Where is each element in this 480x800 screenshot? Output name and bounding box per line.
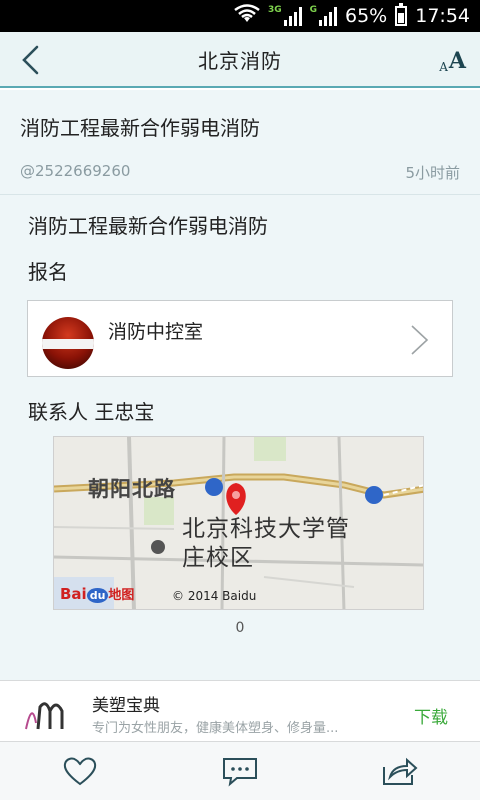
logo-ditu: 地图 (108, 588, 135, 603)
nav-bar: 北京消防 A A (0, 32, 480, 88)
back-arrow-icon (22, 45, 39, 75)
wifi-icon (234, 3, 260, 29)
ad-title: 美塑宝典 (92, 696, 160, 716)
chevron-right-icon (411, 325, 429, 355)
font-size-button[interactable]: A A (439, 44, 466, 74)
ad-logo-icon (25, 702, 64, 730)
article-title: 消防工程最新合作弱电消防 (20, 116, 260, 140)
body-line-1: 消防工程最新合作弱电消防 (28, 214, 268, 238)
card-thumbnail (42, 316, 94, 369)
network-type-2: G (309, 5, 317, 15)
signal-1-icon: 3G (268, 6, 302, 26)
map-road-label: 朝阳北路 (88, 477, 176, 501)
battery-percent: 65% (345, 5, 388, 27)
network-type-1: 3G (267, 5, 282, 15)
ad-banner[interactable]: 美塑宝典 专门为女性朋友，健康美体塑身、修身量... 下载 (0, 680, 480, 742)
article-content: 消防工程最新合作弱电消防 @2522669260 5小时前 消防工程最新合作弱电… (0, 90, 480, 680)
status-bar: 3G G 65% 17:54 (0, 0, 480, 32)
map-place-label: 北京科技大学管庄校区 (182, 516, 350, 571)
map-view[interactable]: 朝阳北路 北京科技大学管庄校区 Bai du 地图 © 2014 Baidu (53, 436, 424, 610)
font-size-small-icon: A (439, 60, 448, 74)
back-button[interactable] (12, 42, 48, 78)
page-title: 北京消防 (198, 48, 282, 73)
share-icon (383, 757, 418, 785)
heart-icon (63, 757, 97, 786)
article-author[interactable]: @2522669260 (20, 162, 130, 180)
article-time: 5小时前 (405, 164, 460, 182)
card-title: 消防中控室 (108, 321, 204, 343)
body-line-2: 报名 (28, 260, 68, 284)
comment-icon (223, 758, 257, 787)
logo-bai: Bai (60, 585, 87, 603)
battery-icon (395, 3, 408, 26)
contact-line: 联系人 王忠宝 (28, 400, 155, 424)
logo-du: du (86, 588, 109, 603)
divider (0, 194, 480, 195)
font-size-large-icon: A (448, 48, 466, 74)
comment-button[interactable] (218, 751, 262, 791)
like-button[interactable] (58, 751, 102, 791)
signal-2-icon: G (310, 6, 337, 26)
map-copyright: © 2014 Baidu (172, 589, 257, 603)
share-button[interactable] (378, 751, 422, 791)
download-button[interactable]: 下载 (414, 703, 448, 728)
baidu-map-logo: Bai du 地图 (60, 584, 134, 603)
clock: 17:54 (415, 5, 470, 27)
like-count: 0 (235, 620, 245, 636)
bottom-toolbar (0, 742, 480, 800)
link-card[interactable]: 消防中控室 (27, 300, 453, 377)
ad-description: 专门为女性朋友，健康美体塑身、修身量... (92, 721, 339, 736)
